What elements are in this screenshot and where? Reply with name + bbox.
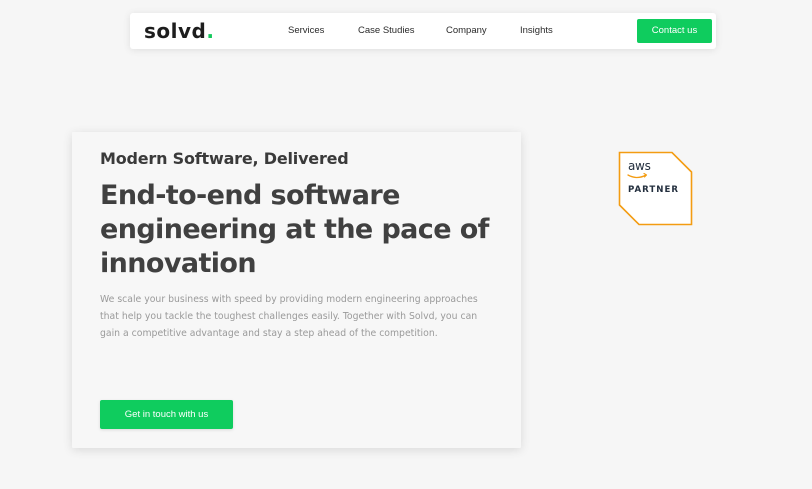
hero-title: End-to-end software engineering at the p… xyxy=(100,180,489,279)
aws-partner-label: PARTNER xyxy=(628,185,679,195)
nav-link-company[interactable]: Company xyxy=(446,13,487,49)
hero-eyebrow: Modern Software, Delivered xyxy=(100,149,349,168)
contact-us-button[interactable]: Contact us xyxy=(637,19,712,43)
nav-link-services[interactable]: Services xyxy=(288,13,324,49)
aws-partner-badge-icon: aws PARTNER xyxy=(618,151,693,226)
hero-card: Modern Software, Delivered End-to-end so… xyxy=(72,132,521,448)
hero-description: We scale your business with speed by pro… xyxy=(100,294,478,339)
nav-link-insights[interactable]: Insights xyxy=(520,13,553,49)
nav-link-case-studies[interactable]: Case Studies xyxy=(358,13,415,49)
logo-text: solvd xyxy=(144,19,207,43)
solvd-logo[interactable]: solvd. xyxy=(144,18,214,44)
top-navigation: solvd. Services Case Studies Company Ins… xyxy=(130,13,716,49)
logo-dot: . xyxy=(206,19,215,43)
get-in-touch-button[interactable]: Get in touch with us xyxy=(100,400,233,429)
aws-logo-text: aws xyxy=(628,159,651,173)
